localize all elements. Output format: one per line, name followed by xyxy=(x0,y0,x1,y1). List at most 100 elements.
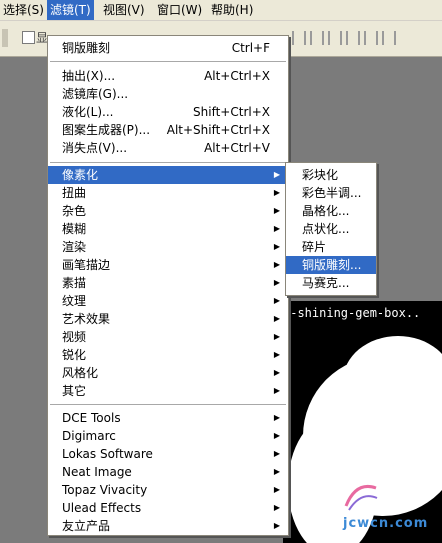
submenu-arrow-icon: ▶ xyxy=(273,188,280,197)
menu-item-video[interactable]: 视频 ▶ xyxy=(48,328,288,346)
menu-item-distort[interactable]: 扭曲 ▶ xyxy=(48,184,288,202)
submenu-arrow-icon: ▶ xyxy=(273,368,280,377)
menu-item-label: Topaz Vivacity xyxy=(62,483,148,497)
menu-item-texture[interactable]: 纹理 ▶ xyxy=(48,292,288,310)
submenu-item-label: 碎片 xyxy=(302,240,327,254)
align-icons xyxy=(292,31,400,48)
menu-item-noise[interactable]: 杂色 ▶ xyxy=(48,202,288,220)
menu-window[interactable]: 窗口(W) xyxy=(154,0,205,20)
menu-item-vanishing-point[interactable]: 消失点(V)... Alt+Ctrl+V xyxy=(48,139,288,157)
align-right-icon[interactable] xyxy=(328,31,342,45)
menu-item-render[interactable]: 渲染 ▶ xyxy=(48,238,288,256)
menu-help[interactable]: 帮助(H) xyxy=(208,0,256,20)
menu-item-label: 扭曲 xyxy=(62,186,87,200)
menu-item-label: 铜版雕刻 xyxy=(62,41,111,55)
menu-item-neat-image[interactable]: Neat Image ▶ xyxy=(48,463,288,481)
menu-item-stylize[interactable]: 风格化 ▶ xyxy=(48,364,288,382)
document-canvas[interactable]: jcwcn.com xyxy=(283,326,442,543)
menu-item-sketch[interactable]: 素描 ▶ xyxy=(48,274,288,292)
menu-filter[interactable]: 滤镜(T) xyxy=(47,0,94,20)
submenu-item-label: 晶格化... xyxy=(302,204,350,218)
menu-item-ulead-effects[interactable]: Ulead Effects ▶ xyxy=(48,499,288,517)
align-left-icon[interactable] xyxy=(292,31,306,45)
toolbar-grip[interactable] xyxy=(2,29,8,47)
menu-item-dce-tools[interactable]: DCE Tools ▶ xyxy=(48,409,288,427)
menu-item-label: 友立产品 xyxy=(62,519,111,533)
menu-item-label: 纹理 xyxy=(62,294,87,308)
menu-item-blur[interactable]: 模糊 ▶ xyxy=(48,220,288,238)
menu-item-label: 艺术效果 xyxy=(62,312,111,326)
submenu-arrow-icon: ▶ xyxy=(273,224,280,233)
submenu-item-label: 彩块化 xyxy=(302,168,339,182)
menu-item-label: 锐化 xyxy=(62,348,87,362)
submenu-arrow-icon: ▶ xyxy=(273,242,280,251)
menu-item-liquify[interactable]: 液化(L)... Shift+Ctrl+X xyxy=(48,103,288,121)
submenu-arrow-icon: ▶ xyxy=(273,314,280,323)
menu-item-artistic[interactable]: 艺术效果 ▶ xyxy=(48,310,288,328)
menu-item-label: 消失点(V)... xyxy=(62,141,128,155)
menu-item-brush-strokes[interactable]: 画笔描边 ▶ xyxy=(48,256,288,274)
submenu-arrow-icon: ▶ xyxy=(273,431,280,440)
menu-item-digimarc[interactable]: Digimarc ▶ xyxy=(48,427,288,445)
submenu-item-pointillize[interactable]: 点状化... xyxy=(286,220,376,238)
menubar: 选择(S) 滤镜(T) 视图(V) 窗口(W) 帮助(H) xyxy=(0,0,442,21)
menu-item-other[interactable]: 其它 ▶ xyxy=(48,382,288,400)
submenu-arrow-icon: ▶ xyxy=(273,296,280,305)
submenu-item-label: 点状化... xyxy=(302,222,350,236)
menu-view[interactable]: 视图(V) xyxy=(100,0,148,20)
submenu-arrow-icon: ▶ xyxy=(273,449,280,458)
menu-separator xyxy=(50,162,286,163)
menu-separator xyxy=(50,61,286,62)
submenu-arrow-icon: ▶ xyxy=(273,413,280,422)
menu-item-label: 素描 xyxy=(62,276,87,290)
canvas-shape xyxy=(343,336,442,426)
menu-select[interactable]: 选择(S) xyxy=(0,0,47,20)
submenu-arrow-icon: ▶ xyxy=(273,521,280,530)
menu-item-label: 抽出(X)... xyxy=(62,69,116,83)
submenu-item-crystallize[interactable]: 晶格化... xyxy=(286,202,376,220)
submenu-item-fragment[interactable]: 碎片 xyxy=(286,238,376,256)
menu-item-pattern-maker[interactable]: 图案生成器(P)... Alt+Shift+Ctrl+X xyxy=(48,121,288,139)
submenu-item-facet[interactable]: 彩块化 xyxy=(286,166,376,184)
menu-item-label: Lokas Software xyxy=(62,447,153,461)
menu-separator xyxy=(50,404,286,405)
menu-item-last-filter[interactable]: 铜版雕刻 Ctrl+F xyxy=(48,39,288,57)
menu-item-label: 画笔描边 xyxy=(62,258,111,272)
submenu-item-color-halftone[interactable]: 彩色半调... xyxy=(286,184,376,202)
menu-item-label: Neat Image xyxy=(62,465,132,479)
document-title[interactable]: y-shining-gem-box.. xyxy=(283,301,442,326)
menu-item-filter-gallery[interactable]: 滤镜库(G)... xyxy=(48,85,288,103)
distribute-center-icon[interactable] xyxy=(364,31,378,45)
filter-menu: 铜版雕刻 Ctrl+F 抽出(X)... Alt+Ctrl+X 滤镜库(G)..… xyxy=(47,35,289,536)
menu-item-label: 像素化 xyxy=(62,168,99,182)
menu-item-topaz-vivacity[interactable]: Topaz Vivacity ▶ xyxy=(48,481,288,499)
pixelate-submenu: 彩块化 彩色半调... 晶格化... 点状化... 碎片 铜版雕刻... 马赛克… xyxy=(285,162,377,296)
menu-item-label: 其它 xyxy=(62,384,87,398)
submenu-arrow-icon: ▶ xyxy=(273,485,280,494)
menu-item-shortcut: Ctrl+F xyxy=(231,41,270,55)
submenu-item-mezzotint[interactable]: 铜版雕刻... xyxy=(286,256,376,274)
distribute-right-icon[interactable] xyxy=(382,31,396,45)
menu-item-ulead-products[interactable]: 友立产品 ▶ xyxy=(48,517,288,535)
submenu-arrow-icon: ▶ xyxy=(273,386,280,395)
menu-item-label: 液化(L)... xyxy=(62,105,114,119)
submenu-item-mosaic[interactable]: 马赛克... xyxy=(286,274,376,292)
show-checkbox[interactable] xyxy=(22,31,35,44)
watermark-logo-icon xyxy=(344,485,378,511)
submenu-item-label: 铜版雕刻... xyxy=(302,258,362,272)
submenu-arrow-icon: ▶ xyxy=(273,503,280,512)
align-center-icon[interactable] xyxy=(310,31,324,45)
distribute-left-icon[interactable] xyxy=(346,31,360,45)
menu-item-extract[interactable]: 抽出(X)... Alt+Ctrl+X xyxy=(48,67,288,85)
menu-item-label: 滤镜库(G)... xyxy=(62,87,129,101)
menu-item-lokas-software[interactable]: Lokas Software ▶ xyxy=(48,445,288,463)
submenu-arrow-icon: ▶ xyxy=(273,332,280,341)
menu-item-sharpen[interactable]: 锐化 ▶ xyxy=(48,346,288,364)
submenu-arrow-icon: ▶ xyxy=(273,206,280,215)
menu-item-label: 视频 xyxy=(62,330,87,344)
menu-item-pixelate[interactable]: 像素化 ▶ xyxy=(48,166,288,184)
menu-item-label: 模糊 xyxy=(62,222,87,236)
submenu-arrow-icon: ▶ xyxy=(273,170,280,179)
menu-item-label: DCE Tools xyxy=(62,411,121,425)
menu-item-label: 渲染 xyxy=(62,240,87,254)
